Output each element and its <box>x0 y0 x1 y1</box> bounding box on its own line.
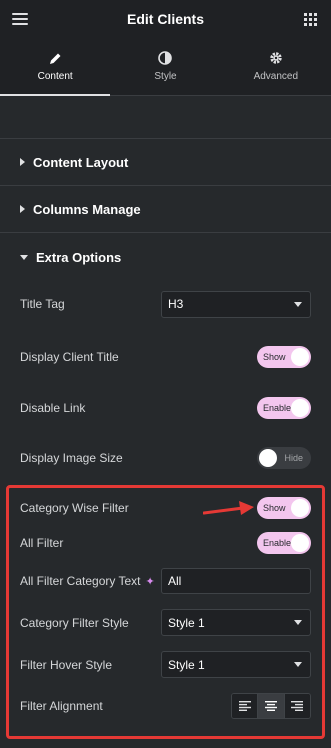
toggle-text: Show <box>263 503 286 513</box>
chevron-down-icon <box>294 620 302 625</box>
filter-hover-style-select[interactable]: Style 1 <box>161 651 311 678</box>
align-left-icon[interactable] <box>232 694 259 718</box>
display-image-size-toggle[interactable]: Hide <box>257 447 311 469</box>
field-label: All Filter Category Text <box>20 574 141 588</box>
field-label: Title Tag <box>20 297 65 311</box>
all-filter-category-text-input[interactable]: All <box>161 568 311 594</box>
display-client-title-row: Display Client Title Show <box>20 346 311 368</box>
chevron-down-icon <box>294 662 302 667</box>
section-content-layout[interactable]: Content Layout <box>0 138 331 186</box>
editor-header: Edit Clients <box>0 0 331 38</box>
section-title: Extra Options <box>36 249 122 265</box>
tab-style[interactable]: Style <box>110 38 220 95</box>
section-title: Content Layout <box>33 154 129 170</box>
ai-sparkle-icon[interactable]: ✦ <box>146 575 155 588</box>
gear-icon <box>269 51 283 65</box>
category-wise-filter-row: Category Wise Filter Show <box>20 497 311 519</box>
select-value: H3 <box>168 297 184 311</box>
category-wise-filter-toggle[interactable]: Show <box>257 497 311 519</box>
filter-hover-style-row: Filter Hover Style Style 1 <box>20 651 311 678</box>
field-label: Filter Alignment <box>20 699 103 713</box>
display-client-title-toggle[interactable]: Show <box>257 346 311 368</box>
select-value: Style 1 <box>168 657 205 672</box>
annotation-arrow-icon <box>203 501 254 515</box>
section-columns-manage[interactable]: Columns Manage <box>0 186 331 233</box>
disable-link-row: Disable Link Enable <box>20 397 311 419</box>
category-filter-style-select[interactable]: Style 1 <box>161 609 311 636</box>
section-title: Columns Manage <box>33 201 141 217</box>
disable-link-toggle[interactable]: Enable <box>257 397 311 419</box>
tab-content-label: Content <box>37 71 73 82</box>
toggle-text: Show <box>263 352 286 362</box>
tab-advanced-label: Advanced <box>253 71 299 82</box>
hamburger-icon[interactable] <box>12 13 28 25</box>
field-label: Filter Hover Style <box>20 657 113 672</box>
field-label: Disable Link <box>20 401 86 415</box>
input-value: All <box>168 574 182 588</box>
toggle-text: Enable <box>263 538 292 548</box>
caret-right-icon <box>20 158 25 166</box>
all-filter-category-text-row: All Filter Category Text ✦ All <box>20 568 311 594</box>
toggle-text: Enable <box>263 403 292 413</box>
select-value: Style 1 <box>168 615 205 630</box>
panel-title: Edit Clients <box>126 11 204 27</box>
title-tag-row: Title Tag H3 <box>20 290 311 318</box>
field-label: All Filter <box>20 536 64 550</box>
toggle-text: Hide <box>284 453 303 463</box>
align-center-icon[interactable] <box>258 694 285 718</box>
filter-alignment-control <box>231 693 311 719</box>
pencil-icon <box>49 51 62 65</box>
all-filter-toggle[interactable]: Enable <box>257 532 311 554</box>
tab-style-label: Style <box>154 71 177 82</box>
category-filter-style-row: Category Filter Style Style 1 <box>20 609 311 636</box>
half-circle-icon <box>158 51 173 65</box>
field-label-group: All Filter Category Text ✦ <box>20 574 155 588</box>
caret-right-icon <box>20 205 25 213</box>
field-label: Category Wise Filter <box>20 501 129 515</box>
chevron-down-icon <box>294 301 302 307</box>
tab-content[interactable]: Content <box>0 38 111 96</box>
tab-bar: Content Style Advanced <box>0 38 331 96</box>
title-tag-select[interactable]: H3 <box>161 290 311 318</box>
field-label: Display Client Title <box>20 350 119 364</box>
caret-down-icon <box>20 254 28 260</box>
align-right-icon[interactable] <box>284 694 310 718</box>
tab-advanced[interactable]: Advanced <box>221 38 331 95</box>
display-image-size-row: Display Image Size Hide <box>20 447 311 469</box>
section-extra-options[interactable]: Extra Options <box>0 234 331 280</box>
filter-alignment-row: Filter Alignment <box>20 693 311 719</box>
field-label: Category Filter Style <box>20 615 129 630</box>
grid-icon[interactable] <box>304 13 317 26</box>
all-filter-row: All Filter Enable <box>20 532 311 554</box>
field-label: Display Image Size <box>20 451 123 465</box>
